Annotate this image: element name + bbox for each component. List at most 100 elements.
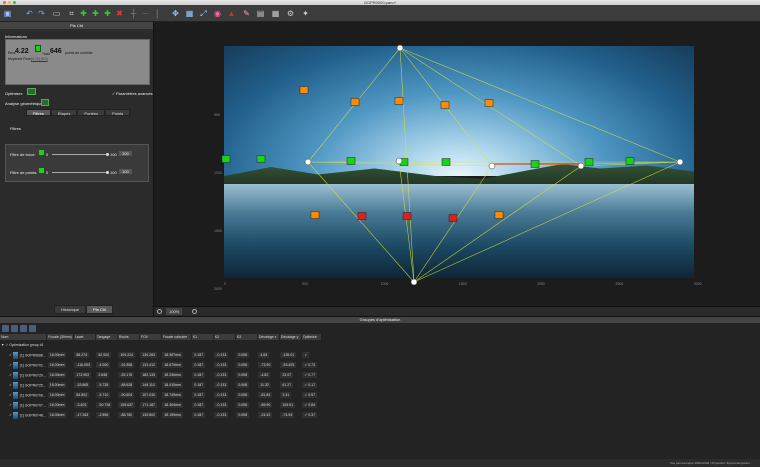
cell-dy[interactable]: 23.07 — [280, 372, 294, 378]
cell-pitch[interactable]: -50.728 — [96, 402, 113, 408]
cell-dx[interactable]: -73.90 — [258, 362, 273, 368]
cell-opt[interactable]: ✓ 0.37 — [302, 412, 318, 418]
cell-focal[interactable]: 16.00mm — [47, 392, 67, 398]
remove-group-icon[interactable] — [11, 325, 18, 332]
cell-k1[interactable]: 0.187 — [192, 392, 206, 398]
settings-icon[interactable]: ⚙ — [285, 8, 296, 19]
cell-pitch[interactable]: -5.735 — [96, 382, 111, 388]
row-checkbox[interactable]: ✓ — [9, 393, 12, 397]
row-checkbox[interactable]: ✓ — [9, 413, 12, 417]
zoom-in-icon[interactable] — [192, 309, 197, 314]
tab-portees[interactable]: Portées — [77, 109, 106, 116]
cell-k1[interactable]: 0.187 — [192, 352, 206, 358]
cell-focal[interactable]: 16.00mm — [47, 382, 67, 388]
cell-k1[interactable]: 0.187 — [192, 412, 206, 418]
cell-fov[interactable]: 171.187 — [140, 402, 157, 408]
cell-dx[interactable]: -24.42 — [258, 412, 273, 418]
cell-k3[interactable]: 0.008 — [236, 392, 250, 398]
cell-yaw[interactable]: 173.953 — [74, 372, 91, 378]
cell-opt[interactable]: ✓ 0.73 — [302, 362, 318, 368]
cell-k1[interactable]: 0.187 — [192, 402, 206, 408]
points-filter-value[interactable]: 100 — [119, 169, 132, 174]
close-window-button[interactable] — [3, 1, 6, 4]
move-icon[interactable]: ✥ — [170, 8, 181, 19]
cell-dx[interactable]: -4.82 — [258, 372, 271, 378]
horizon-icon[interactable]: ─ — [140, 8, 151, 19]
cell-dy[interactable]: 61.27 — [280, 382, 294, 388]
table-row[interactable]: ✓ [1] GOPR0748... 16.00mm -47.263 -2.556 -88… — [0, 410, 321, 420]
tab-pts-ctrl[interactable]: Pts Ctrl — [86, 305, 114, 314]
table-row[interactable]: ✓ [1] GOPR0707... 16.00mm -3.403 -50.728 105… — [0, 400, 321, 410]
link-group-icon[interactable] — [20, 325, 27, 332]
crop-icon[interactable]: ⌗ — [66, 8, 77, 19]
cell-yaw[interactable]: -47.263 — [74, 412, 91, 418]
control-points-icon[interactable]: ✚ — [78, 8, 89, 19]
panorama-viewport[interactable]: 0 500 1000 1500 2000 2500 3000 500 1000 1500 2000 — [154, 22, 760, 306]
table-row[interactable]: ✓ [1] GOPR0706... 16.00mm 84.802 -5.710 -90.… — [0, 390, 321, 400]
cell-dx[interactable]: 11.32 — [258, 382, 271, 388]
zoom-level[interactable]: 100% — [166, 308, 183, 315]
cell-focal[interactable]: 16.00mm — [47, 402, 67, 408]
cell-yaw[interactable]: -116.053 — [74, 362, 92, 368]
cell-opt[interactable]: ✓ 0.57 — [302, 392, 318, 398]
cell-opt[interactable]: ✓ — [302, 352, 310, 358]
cell-dy[interactable]: 109.51 — [280, 402, 296, 408]
cell-k2[interactable]: -0.133 — [214, 382, 229, 388]
cell-k2[interactable]: -0.133 — [214, 372, 229, 378]
cell-roll[interactable]: -91.558 — [118, 362, 135, 368]
cell-dy[interactable]: -53.493 — [280, 362, 297, 368]
cell-fov[interactable]: 149.110 — [140, 382, 157, 388]
row-checkbox[interactable]: ✓ — [9, 383, 12, 387]
cell-focal[interactable]: 16.00mm — [47, 412, 67, 418]
redo-icon[interactable]: ↷ — [36, 8, 47, 19]
tab-points[interactable]: Points — [105, 109, 131, 116]
cell-roll[interactable]: 105.637 — [118, 402, 135, 408]
cell-dy[interactable]: 3.31 — [280, 392, 292, 398]
table-row[interactable]: ✓ [1] GOPR0702... 16.00mm -116.053 -4.000 -9… — [0, 360, 321, 370]
expand-icon[interactable]: ▼ — [1, 343, 4, 347]
zoom-window-button[interactable] — [13, 1, 16, 4]
points-filter-knob[interactable] — [106, 171, 109, 174]
cell-dy[interactable]: -74.94 — [280, 412, 295, 418]
cell-yaw[interactable]: 86.274 — [74, 352, 90, 358]
tab-filtres[interactable]: Filtres — [26, 109, 51, 116]
cell-roll[interactable]: -88.780 — [118, 412, 135, 418]
cell-opt[interactable]: ✓ 0.77 — [302, 372, 318, 378]
cell-yaw[interactable]: -33.865 — [74, 382, 91, 388]
cell-opt[interactable]: ✓ 0.84 — [302, 402, 318, 408]
force-filter-value[interactable]: 100 — [119, 151, 132, 156]
table-row[interactable]: ✓ [1] GOPR0725... 16.00mm -33.865 -5.735 -88… — [0, 380, 321, 390]
cell-yaw[interactable]: -3.403 — [74, 402, 89, 408]
cell-k2[interactable]: -0.133 — [214, 352, 229, 358]
cell-k3[interactable]: 0.008 — [236, 352, 250, 358]
cell-k1[interactable]: 0.187 — [192, 362, 206, 368]
cell-k2[interactable]: -0.133 — [214, 412, 229, 418]
remove-points-icon[interactable]: ✚ — [102, 8, 113, 19]
add-group-icon[interactable] — [2, 325, 9, 332]
cell-k3[interactable]: 0.008 — [236, 372, 250, 378]
table-row[interactable]: ✓ [1] GOPR0729... 16.00mm 173.953 2.848 -92.… — [0, 370, 321, 380]
row-checkbox[interactable]: ✓ — [9, 363, 12, 367]
cell-calc[interactable]: 18.236mm — [162, 372, 183, 378]
rms-links[interactable]: [4.71] [3.0] — [31, 57, 48, 61]
force-filter-knob[interactable] — [106, 153, 109, 156]
cell-fov[interactable]: 182.133 — [140, 372, 157, 378]
cell-fov[interactable]: 107.030 — [140, 392, 157, 398]
cell-opt[interactable]: ✓ 0.17 — [302, 382, 318, 388]
vertical-icon[interactable]: │ — [152, 8, 163, 19]
cell-k3[interactable]: 0.008 — [236, 402, 250, 408]
blend-icon[interactable]: ✎ — [241, 8, 252, 19]
row-checkbox[interactable]: ✓ — [9, 373, 12, 377]
minimize-window-button[interactable] — [8, 1, 11, 4]
cell-fov[interactable]: 130.802 — [140, 412, 157, 418]
cell-roll[interactable]: 109.224 — [118, 352, 135, 358]
delete-icon[interactable]: ✖ — [114, 8, 125, 19]
unlink-group-icon[interactable] — [29, 325, 36, 332]
points-filter-slider[interactable] — [52, 172, 107, 173]
cell-pitch[interactable]: 62.000 — [96, 352, 112, 358]
color-icon[interactable]: ◉ — [212, 8, 223, 19]
new-icon[interactable]: ▣ — [2, 8, 13, 19]
lines-icon[interactable]: ┼ — [128, 8, 139, 19]
fit-icon[interactable]: ⤢ — [198, 8, 209, 19]
cell-roll[interactable]: -88.628 — [118, 382, 135, 388]
